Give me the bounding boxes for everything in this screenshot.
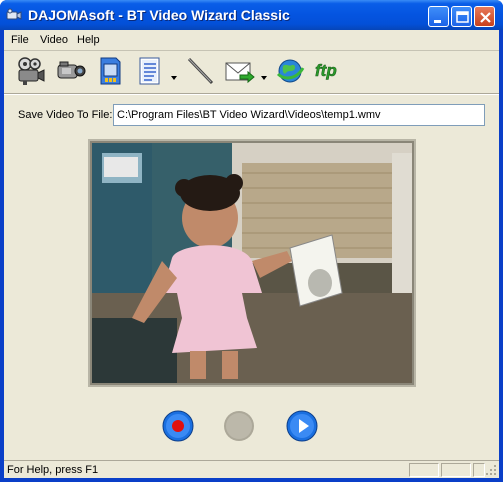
camcorder-icon — [57, 61, 86, 79]
wand-icon — [187, 57, 214, 85]
email-send-icon — [225, 62, 255, 84]
status-panel-2 — [441, 463, 471, 477]
status-panel-1 — [409, 463, 439, 477]
video-frame-image — [92, 143, 412, 383]
chevron-down-icon — [171, 76, 177, 80]
save-file-path-field[interactable]: C:\Program Files\BT Video Wizard\Videos\… — [113, 104, 485, 126]
web-button[interactable] — [274, 55, 306, 87]
close-icon — [480, 12, 491, 23]
status-text: For Help, press F1 — [7, 464, 99, 476]
menu-video[interactable]: Video — [40, 34, 68, 46]
record-button[interactable] — [162, 410, 194, 442]
email-dropdown-arrow[interactable] — [261, 70, 267, 80]
status-bar: For Help, press F1 — [4, 460, 499, 478]
maximize-button[interactable] — [451, 6, 472, 27]
video-camera-icon[interactable] — [6, 8, 22, 22]
capture-video-button[interactable] — [14, 55, 46, 87]
memory-card-button[interactable] — [94, 55, 126, 87]
close-button[interactable] — [474, 6, 495, 27]
window-title: DAJOMAsoft - BT Video Wizard Classic — [28, 7, 290, 23]
wand-button[interactable] — [184, 55, 216, 87]
chevron-down-icon — [261, 76, 267, 80]
play-icon — [286, 410, 318, 442]
toolbar-divider — [4, 93, 499, 95]
menu-file[interactable]: File — [11, 34, 29, 46]
ftp-icon: ftp — [315, 61, 337, 81]
record-icon — [162, 410, 194, 442]
toolbar: ftp — [4, 51, 499, 93]
maximize-icon — [456, 11, 469, 23]
menu-help[interactable]: Help — [77, 34, 100, 46]
camcorder-button[interactable] — [54, 55, 86, 87]
resize-grip-icon[interactable] — [485, 464, 497, 476]
save-file-label: Save Video To File: — [18, 109, 113, 121]
minimize-button[interactable] — [428, 6, 449, 27]
status-panel-3 — [473, 463, 485, 477]
title-bar[interactable]: DAJOMAsoft - BT Video Wizard Classic — [0, 0, 503, 30]
movie-camera-icon — [18, 57, 45, 85]
app-window: DAJOMAsoft - BT Video Wizard Classic Fil… — [0, 0, 503, 482]
sd-card-icon — [100, 57, 121, 85]
play-button[interactable] — [286, 410, 318, 442]
client-area: File Video Help ftp Save Video To File: … — [4, 30, 499, 478]
stop-button[interactable] — [223, 410, 255, 442]
email-button[interactable] — [224, 55, 256, 87]
minimize-icon — [434, 20, 441, 23]
document-dropdown-arrow[interactable] — [171, 70, 177, 80]
menu-bar: File Video Help — [4, 30, 499, 50]
ftp-button[interactable]: ftp — [314, 55, 346, 87]
document-list-icon — [139, 57, 160, 85]
stop-icon — [224, 411, 254, 441]
document-button[interactable] — [134, 55, 166, 87]
web-globe-icon — [276, 59, 305, 83]
video-preview — [88, 139, 416, 387]
svg-text:ftp: ftp — [315, 61, 337, 80]
